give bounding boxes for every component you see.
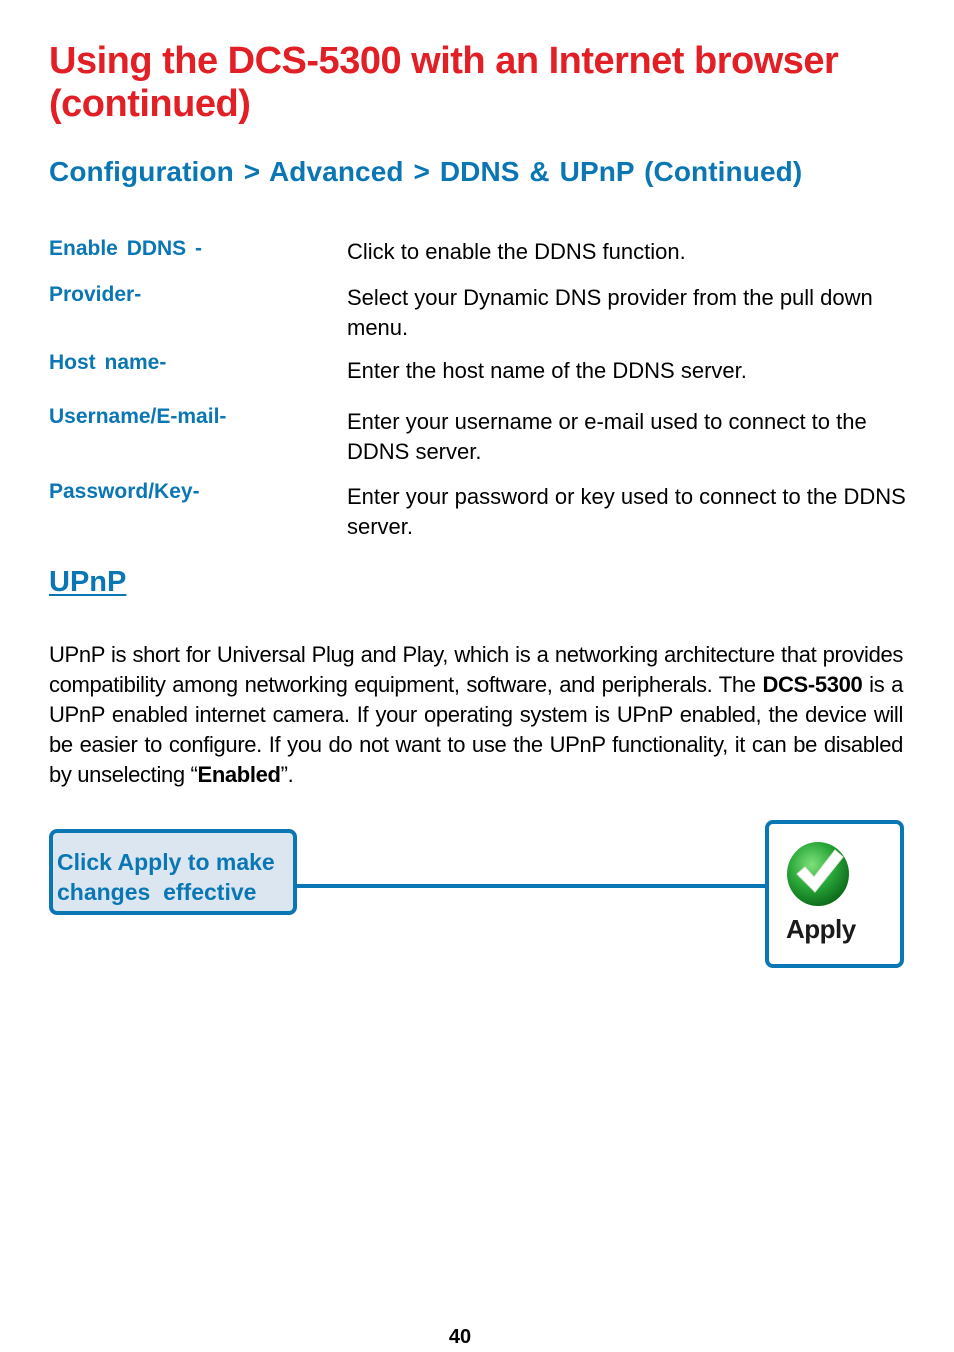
definition-term: Username/E-mail-: [49, 405, 227, 428]
apply-button[interactable]: Apply: [765, 820, 904, 968]
upnp-text: ”.: [280, 762, 294, 787]
enabled-option-name: Enabled: [197, 762, 281, 787]
callout-line: Click Apply to make: [57, 849, 275, 875]
definition-term: Host name-: [49, 351, 167, 374]
upnp-description: UPnP is short for Universal Plug and Pla…: [49, 640, 903, 790]
definition-description: Click to enable the DDNS function.: [347, 239, 686, 264]
definition-description: Select your Dynamic DNS provider from th…: [347, 285, 873, 340]
callout-connector-line: [297, 884, 767, 888]
definition-description: Enter your password or key used to conne…: [347, 484, 906, 539]
definition-term: Enable DDNS -: [49, 237, 203, 260]
definition-description: Enter your username or e-mail used to co…: [347, 409, 867, 464]
breadcrumb: Configuration > Advanced > DDNS & UPnP (…: [49, 156, 803, 187]
definition-term: Provider-: [49, 283, 142, 306]
definition-description: Enter the host name of the DDNS server.: [347, 358, 747, 383]
upnp-heading: UPnP: [49, 566, 127, 598]
apply-label: Apply: [786, 914, 856, 944]
page-number: 40: [448, 1326, 472, 1348]
model-name: DCS-5300: [762, 672, 863, 697]
definition-term: Password/Key-: [49, 480, 200, 503]
page-title: Using the DCS-5300 with an Internet brow…: [49, 40, 839, 125]
apply-callout: Click Apply to make changes effective: [49, 829, 297, 915]
callout-line: changes effective: [57, 879, 257, 905]
green-checkmark-icon: [787, 842, 849, 906]
